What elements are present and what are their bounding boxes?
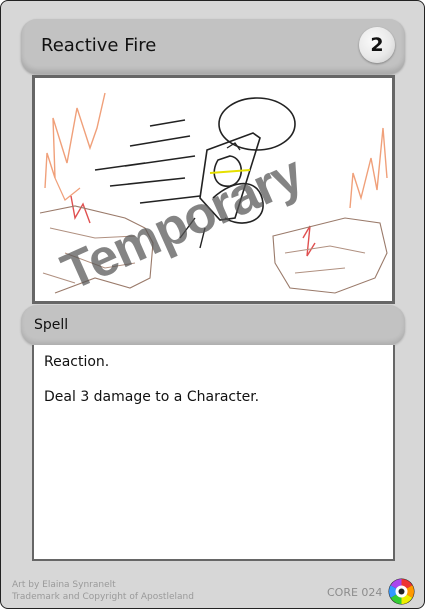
card-type: Spell [34, 317, 69, 333]
title-bar: Reactive Fire 2 [21, 19, 405, 74]
set-code: CORE 024 [327, 586, 383, 599]
rules-line: Deal 3 damage to a Character. [44, 389, 260, 405]
footer-credits: Art by Elaina Synranelt Trademark and Co… [12, 579, 194, 603]
type-bar: Spell [21, 305, 405, 345]
artist-credit: Art by Elaina Synranelt [12, 580, 116, 590]
rules-text-box: Reaction. Deal 3 damage to a Character. [32, 345, 395, 561]
art-frame: Temporary [32, 75, 395, 304]
set-logo-icon [388, 578, 415, 605]
cost-badge: 2 [359, 27, 395, 63]
trademark-text: Trademark and Copyright of Apostleland [12, 592, 194, 602]
card: Reactive Fire 2 Temporary Spell Reaction… [0, 0, 425, 609]
card-title: Reactive Fire [41, 35, 157, 56]
card-art: Temporary [35, 78, 392, 302]
rules-line: Reaction. [44, 354, 110, 370]
